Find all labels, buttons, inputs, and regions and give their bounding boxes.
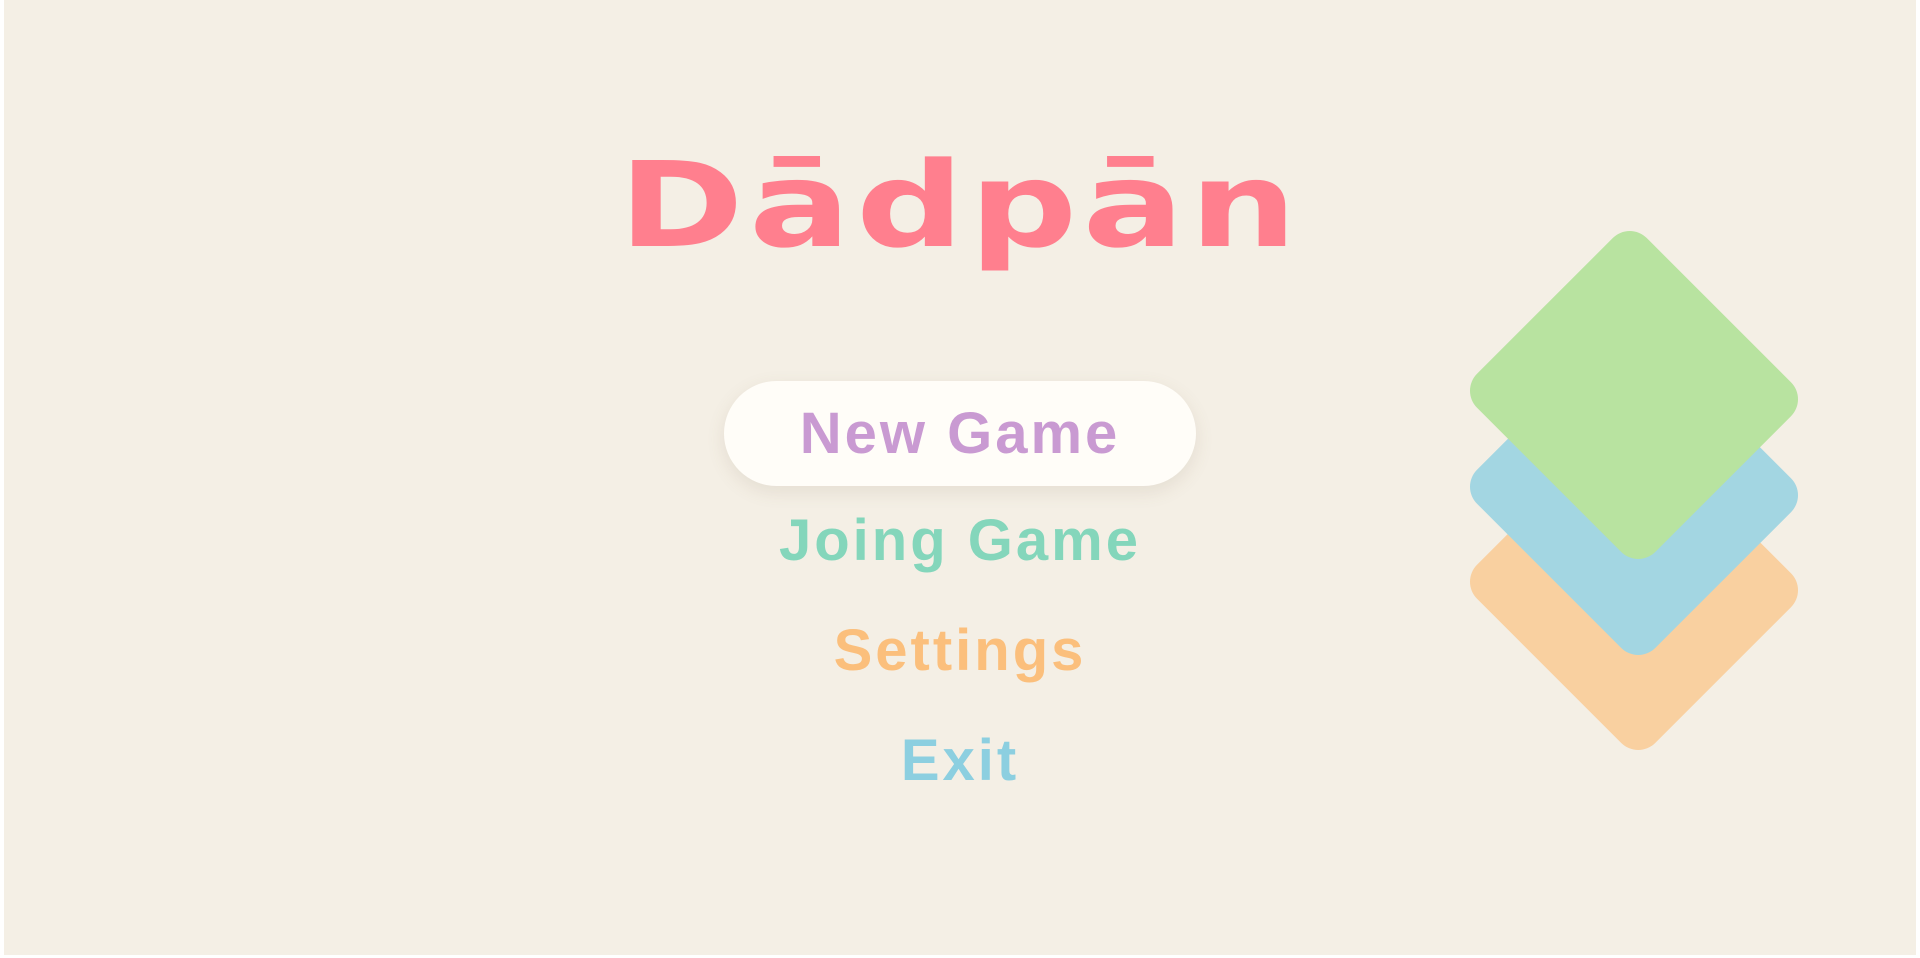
join-game-button[interactable]: Joing Game xyxy=(779,486,1141,596)
exit-button[interactable]: Exit xyxy=(901,706,1019,816)
main-menu-screen: Dādpān New Game Joing Game Settings Exit xyxy=(4,0,1916,955)
new-game-button[interactable]: New Game xyxy=(724,381,1196,486)
card-stack-illustration xyxy=(1444,180,1824,760)
settings-button[interactable]: Settings xyxy=(834,596,1087,706)
